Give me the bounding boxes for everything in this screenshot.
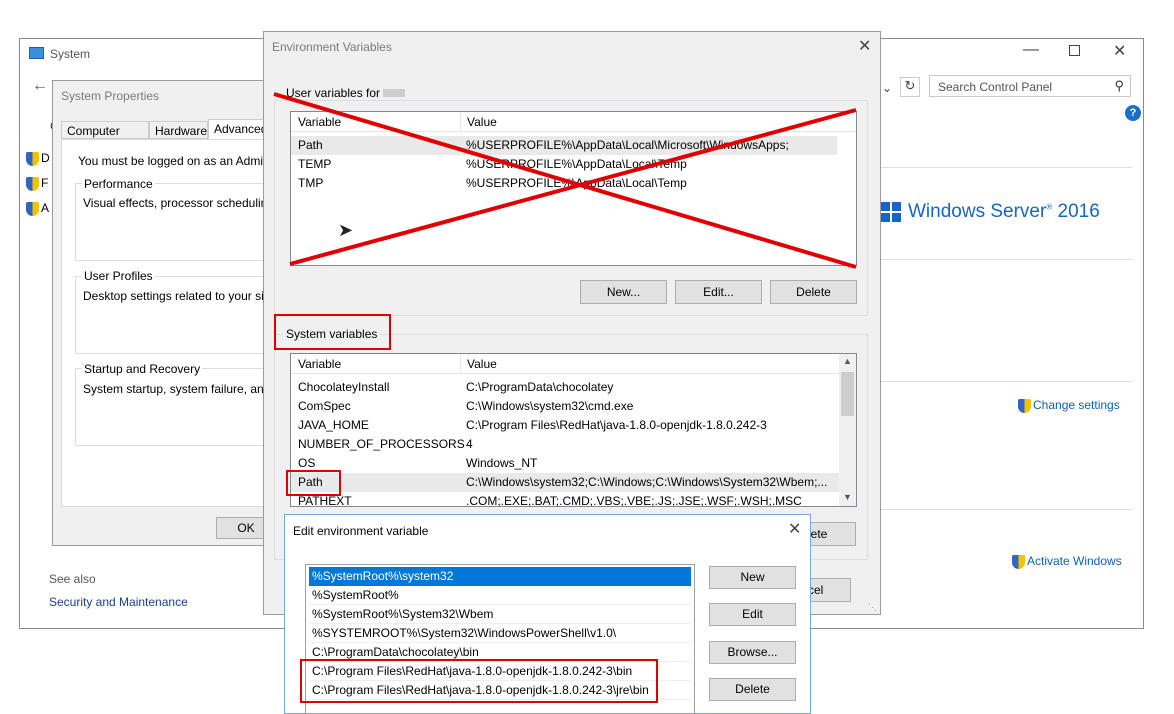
table-row[interactable]: JAVA_HOME C:\Program Files\RedHat\java-1…: [291, 416, 839, 435]
windows-server-label: Windows Server® 2016: [908, 201, 1100, 222]
path-row-highlight: [286, 470, 341, 496]
edit-entry-button[interactable]: Edit: [709, 603, 796, 626]
system-list-scrollbar[interactable]: ▲ ▼: [839, 354, 856, 506]
shield-icon: [1012, 554, 1025, 569]
column-variable[interactable]: Variable: [298, 357, 341, 371]
value-cell: C:\Program Files\RedHat\java-1.8.0-openj…: [466, 418, 767, 432]
table-row[interactable]: ChocolateyInstall C:\ProgramData\chocola…: [291, 378, 839, 397]
startup-recovery-group: [75, 368, 275, 446]
performance-group: [75, 183, 275, 261]
back-arrow-icon[interactable]: ←: [32, 77, 48, 95]
divider-4: [880, 509, 1132, 510]
scroll-down-icon[interactable]: ▼: [843, 492, 852, 502]
system-properties-dialog: System Properties Computer Name Hardware…: [52, 80, 294, 546]
system-window-icon: [29, 47, 44, 59]
table-row-path-selected[interactable]: Path C:\Windows\system32;C:\Windows;C:\W…: [291, 473, 839, 492]
table-row[interactable]: NUMBER_OF_PROCESSORS 4: [291, 435, 839, 454]
new-entry-button[interactable]: New: [709, 566, 796, 589]
entry-text: %SystemRoot%\system32: [312, 569, 454, 583]
java-entries-highlight: [300, 659, 658, 703]
startup-recovery-label: Startup and Recovery: [82, 362, 203, 376]
value-cell: C:\ProgramData\chocolatey: [466, 380, 614, 394]
entry-text: %SystemRoot%\System32\Wbem: [312, 607, 494, 621]
table-row[interactable]: OS Windows_NT: [291, 454, 839, 473]
value-cell: Windows_NT: [466, 456, 538, 470]
value-cell: C:\Windows\system32;C:\Windows;C:\Window…: [466, 475, 828, 489]
edit-env-title: Edit environment variable: [293, 524, 429, 538]
divider-3: [880, 381, 1132, 382]
scroll-thumb[interactable]: [841, 372, 854, 416]
user-profiles-label: User Profiles: [82, 269, 155, 283]
red-x-line-1: [273, 92, 857, 269]
shield-icon: [1018, 398, 1031, 413]
search-icon: ⚲: [1114, 78, 1124, 93]
user-profiles-group: [75, 276, 275, 354]
variable-cell: JAVA_HOME: [298, 418, 369, 432]
dropdown-chevron-icon[interactable]: ⌄: [882, 81, 892, 95]
browse-button[interactable]: Browse...: [709, 641, 796, 664]
edit-environment-variable-dialog: Edit environment variable ✕ %SystemRoot%…: [284, 514, 811, 714]
table-row[interactable]: ComSpec C:\Windows\system32\cmd.exe: [291, 397, 839, 416]
close-icon[interactable]: ✕: [788, 522, 801, 538]
variable-cell: ChocolateyInstall: [298, 380, 390, 394]
column-divider: [460, 354, 461, 374]
list-item[interactable]: %SystemRoot%\System32\Wbem: [309, 605, 691, 624]
resize-grip-icon[interactable]: ⋱: [868, 602, 877, 613]
admin-note: You must be logged on as an Administra: [78, 154, 293, 168]
entry-text: %SYSTEMROOT%\System32\WindowsPowerShell\…: [312, 626, 617, 640]
minimize-button[interactable]: —: [1023, 41, 1039, 59]
system-variables-list[interactable]: Variable Value ChocolateyInstall C:\Prog…: [290, 353, 857, 507]
system-properties-title: System Properties: [61, 89, 160, 103]
variable-cell: ComSpec: [298, 399, 351, 413]
left-nav-item-3[interactable]: A: [26, 201, 50, 226]
shield-icon: [26, 151, 39, 166]
divider-2: [880, 259, 1132, 260]
left-nav: D F A: [26, 151, 50, 226]
table-row[interactable]: PATHEXT .COM;.EXE;.BAT;.CMD;.VBS;.VBE;.J…: [291, 492, 839, 507]
performance-label: Performance: [82, 177, 155, 191]
performance-text: Visual effects, processor scheduling, m: [83, 196, 291, 210]
search-input[interactable]: Search Control Panel ⚲: [929, 75, 1131, 97]
list-item-selected[interactable]: %SystemRoot%\system32: [309, 567, 691, 586]
activate-windows-link[interactable]: Activate Windows: [1012, 554, 1122, 569]
value-cell: .COM;.EXE;.BAT;.CMD;.VBS;.VBE;.JS;.JSE;.…: [466, 494, 802, 507]
see-also-heading: See also: [49, 572, 96, 586]
entry-text: %SystemRoot%: [312, 588, 399, 602]
tab-strip: Computer Name Hardware Advanced: [61, 119, 272, 152]
variable-cell: NUMBER_OF_PROCESSORS: [298, 437, 465, 451]
security-maintenance-link[interactable]: Security and Maintenance: [49, 595, 188, 609]
left-nav-item-1[interactable]: D: [26, 151, 50, 176]
list-item[interactable]: %SystemRoot%: [309, 586, 691, 605]
windows-logo-icon: [881, 202, 901, 222]
refresh-icon[interactable]: ↻: [900, 77, 920, 97]
mouse-cursor-icon: ➤: [338, 220, 354, 240]
shield-icon: [26, 176, 39, 191]
help-icon[interactable]: ?: [1125, 105, 1141, 121]
list-item[interactable]: %SYSTEMROOT%\System32\WindowsPowerShell\…: [309, 624, 691, 643]
window-close-button[interactable]: ✕: [1113, 44, 1126, 60]
change-settings-link[interactable]: Change settings: [1018, 398, 1120, 413]
shield-icon: [26, 201, 39, 216]
system-window-title: System: [50, 47, 91, 61]
value-cell: 4: [466, 437, 473, 451]
search-placeholder: Search Control Panel: [938, 80, 1053, 94]
column-value[interactable]: Value: [467, 357, 497, 371]
tab-computer-name[interactable]: Computer Name: [61, 121, 149, 152]
scroll-up-icon[interactable]: ▲: [843, 356, 852, 366]
divider-1: [880, 167, 1132, 168]
tab-hardware[interactable]: Hardware: [149, 121, 208, 139]
system-list-header: Variable Value: [291, 354, 839, 374]
tab-panel: You must be logged on as an Administra P…: [61, 139, 294, 507]
maximize-button[interactable]: [1069, 45, 1080, 56]
user-profiles-text: Desktop settings related to your sign-in: [83, 289, 291, 303]
red-x-annotation: [273, 92, 857, 269]
value-cell: C:\Windows\system32\cmd.exe: [466, 399, 634, 413]
left-nav-item-2[interactable]: F: [26, 176, 50, 201]
delete-entry-button[interactable]: Delete: [709, 678, 796, 701]
